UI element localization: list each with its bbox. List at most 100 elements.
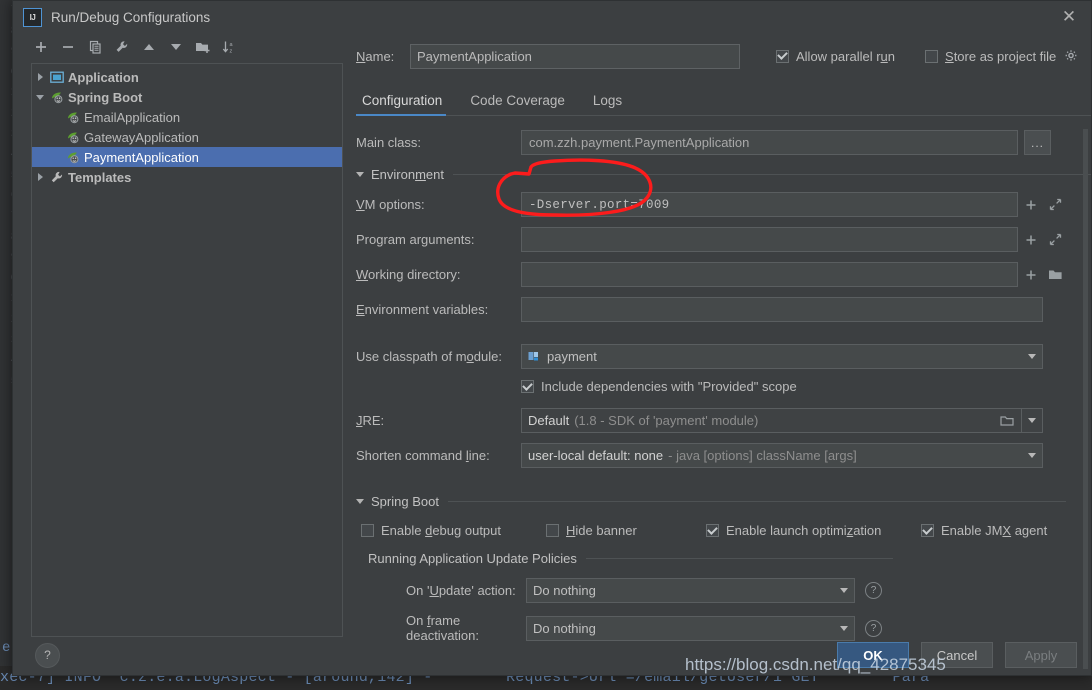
configuration-form: Main class: com.zzh.payment.PaymentAppli… [356, 116, 1091, 643]
classpath-label: Use classpath of module: [356, 349, 502, 364]
tree-item-label: PaymentApplication [84, 149, 199, 165]
main-class-browse-button[interactable]: ... [1024, 130, 1051, 155]
editor-tabs: Configuration Code Coverage Logs [356, 81, 1091, 116]
working-directory-add-icon[interactable] [1018, 262, 1043, 287]
vm-options-add-icon[interactable] [1018, 192, 1043, 217]
on-frame-deactivation-combo[interactable]: Do nothing [526, 615, 855, 641]
classpath-value: payment [547, 349, 597, 364]
configurations-tree[interactable]: Application Spring Boot EmailApplication Ga… [31, 63, 343, 637]
application-icon [48, 71, 66, 84]
main-class-input[interactable]: com.zzh.payment.PaymentApplication [521, 130, 1018, 155]
on-update-action-label: On 'Update' action: [406, 583, 516, 598]
on-update-action-help-icon[interactable]: ? [865, 582, 882, 599]
shorten-command-line-combo[interactable]: user-local default: none - java [options… [521, 443, 1043, 468]
tab-logs[interactable]: Logs [579, 93, 636, 115]
allow-parallel-run-label: Allow parallel run [796, 48, 896, 64]
enable-launch-optimization-checkbox[interactable]: Enable launch optimization [706, 523, 921, 538]
tree-item-label: GatewayApplication [84, 129, 199, 145]
tree-item-templates[interactable]: Templates [32, 167, 342, 187]
chevron-down-icon [356, 172, 364, 177]
spring-boot-section-title: Spring Boot [371, 494, 439, 509]
tab-configuration[interactable]: Configuration [356, 93, 456, 116]
dialog-title: Run/Debug Configurations [51, 9, 211, 25]
arrow-up-icon[interactable] [135, 35, 162, 59]
vm-options-expand-icon[interactable] [1043, 192, 1068, 217]
vm-options-label: VM options: [356, 197, 425, 212]
enable-jmx-agent-checkbox[interactable]: Enable JMX agent [921, 523, 1047, 538]
chevron-down-icon [840, 588, 848, 593]
copy-configuration-button[interactable] [81, 35, 108, 59]
tree-item-spring-boot[interactable]: Spring Boot [32, 87, 342, 107]
store-as-project-file-checkbox[interactable]: Store as project file [925, 49, 1056, 64]
editor-scrollbar[interactable] [1083, 129, 1088, 669]
spring-boot-checkbox-row: Enable debug output Hide banner Enable l… [356, 523, 1091, 538]
program-arguments-add-icon[interactable] [1018, 227, 1043, 252]
name-input[interactable]: PaymentApplication [410, 43, 740, 69]
tree-item-application[interactable]: Application [32, 67, 342, 87]
jre-combo[interactable]: Default (1.8 - SDK of 'payment' module) [521, 408, 1043, 433]
remove-configuration-button[interactable] [54, 35, 81, 59]
gear-icon[interactable] [1064, 49, 1078, 63]
tree-item-label: EmailApplication [84, 109, 181, 125]
store-as-project-file-label: Store as project file [945, 48, 1057, 64]
chevron-down-icon [1028, 354, 1036, 359]
environment-section-header[interactable]: Environment [356, 167, 1091, 182]
jre-row: JRE: Default (1.8 - SDK of 'payment' mod… [356, 408, 1091, 433]
checkbox-box [521, 380, 534, 393]
environment-variables-row: Environment variables: [356, 297, 1091, 322]
collapse-arrow-icon[interactable] [32, 94, 48, 100]
environment-variables-input[interactable] [521, 297, 1043, 322]
main-class-label: Main class: [356, 135, 422, 150]
program-arguments-expand-icon[interactable] [1043, 227, 1068, 252]
include-provided-checkbox[interactable]: Include dependencies with "Provided" sco… [521, 379, 797, 394]
jre-label: JRE: [356, 413, 385, 428]
include-provided-label: Include dependencies with "Provided" sco… [541, 379, 797, 394]
arrow-down-icon[interactable] [162, 35, 189, 59]
wrench-icon[interactable] [108, 35, 135, 59]
enable-debug-output-checkbox[interactable]: Enable debug output [361, 523, 546, 538]
dialog-body: a z Application Spring Boot EmailApplicati… [13, 33, 1091, 669]
on-frame-deactivation-label: On frame deactivation: [406, 613, 479, 643]
expand-arrow-icon[interactable] [32, 173, 48, 181]
folder-add-icon[interactable] [189, 35, 216, 59]
environment-section-title: Environment [371, 167, 444, 182]
on-frame-deactivation-help-icon[interactable]: ? [865, 619, 882, 637]
tree-item-paymentapplication[interactable]: PaymentApplication [32, 147, 342, 167]
program-arguments-actions [1018, 227, 1068, 252]
close-icon[interactable]: ✕ [1047, 1, 1091, 33]
apply-button[interactable]: Apply [1005, 642, 1077, 668]
checkbox-box [706, 524, 719, 537]
shorten-value: user-local default: none [528, 448, 664, 463]
section-divider [585, 558, 893, 559]
shorten-command-line-label: Shorten command line: [356, 448, 490, 463]
add-configuration-button[interactable] [27, 35, 54, 59]
folder-icon[interactable] [1043, 262, 1068, 287]
jre-browse-folder-icon[interactable] [1000, 415, 1015, 427]
program-arguments-input[interactable] [521, 227, 1018, 252]
vm-options-value: -Dserver.port=7009 [529, 197, 670, 212]
vm-options-input[interactable]: -Dserver.port=7009 [521, 192, 1018, 217]
working-directory-input[interactable] [521, 262, 1018, 287]
spring-boot-section-header[interactable]: Spring Boot [356, 494, 1091, 509]
hide-banner-checkbox[interactable]: Hide banner [546, 523, 706, 538]
expand-arrow-icon[interactable] [32, 73, 48, 81]
section-divider [453, 174, 1091, 175]
divider [1021, 409, 1022, 432]
tree-item-emailapplication[interactable]: EmailApplication [32, 107, 342, 127]
tree-item-gatewayapplication[interactable]: GatewayApplication [32, 127, 342, 147]
program-arguments-row: Program arguments: [356, 227, 1091, 252]
section-divider [447, 501, 1066, 502]
jre-value-detail: (1.8 - SDK of 'payment' module) [574, 413, 759, 428]
allow-parallel-run-checkbox[interactable]: Allow parallel run [776, 49, 895, 64]
on-update-action-combo[interactable]: Do nothing [526, 578, 855, 603]
help-button[interactable]: ? [35, 642, 60, 668]
sort-az-icon[interactable]: a z [216, 35, 243, 59]
enable-jmx-agent-label: Enable JMX agent [941, 523, 1048, 538]
wrench-icon [48, 171, 66, 184]
vm-options-row: VM options: -Dserver.port=7009 [356, 192, 1091, 217]
chevron-down-icon [1028, 453, 1036, 458]
classpath-row: Use classpath of module: payment [356, 344, 1091, 369]
environment-variables-label: Environment variables: [356, 302, 489, 317]
classpath-combo[interactable]: payment [521, 344, 1043, 369]
tab-code-coverage[interactable]: Code Coverage [456, 93, 579, 115]
